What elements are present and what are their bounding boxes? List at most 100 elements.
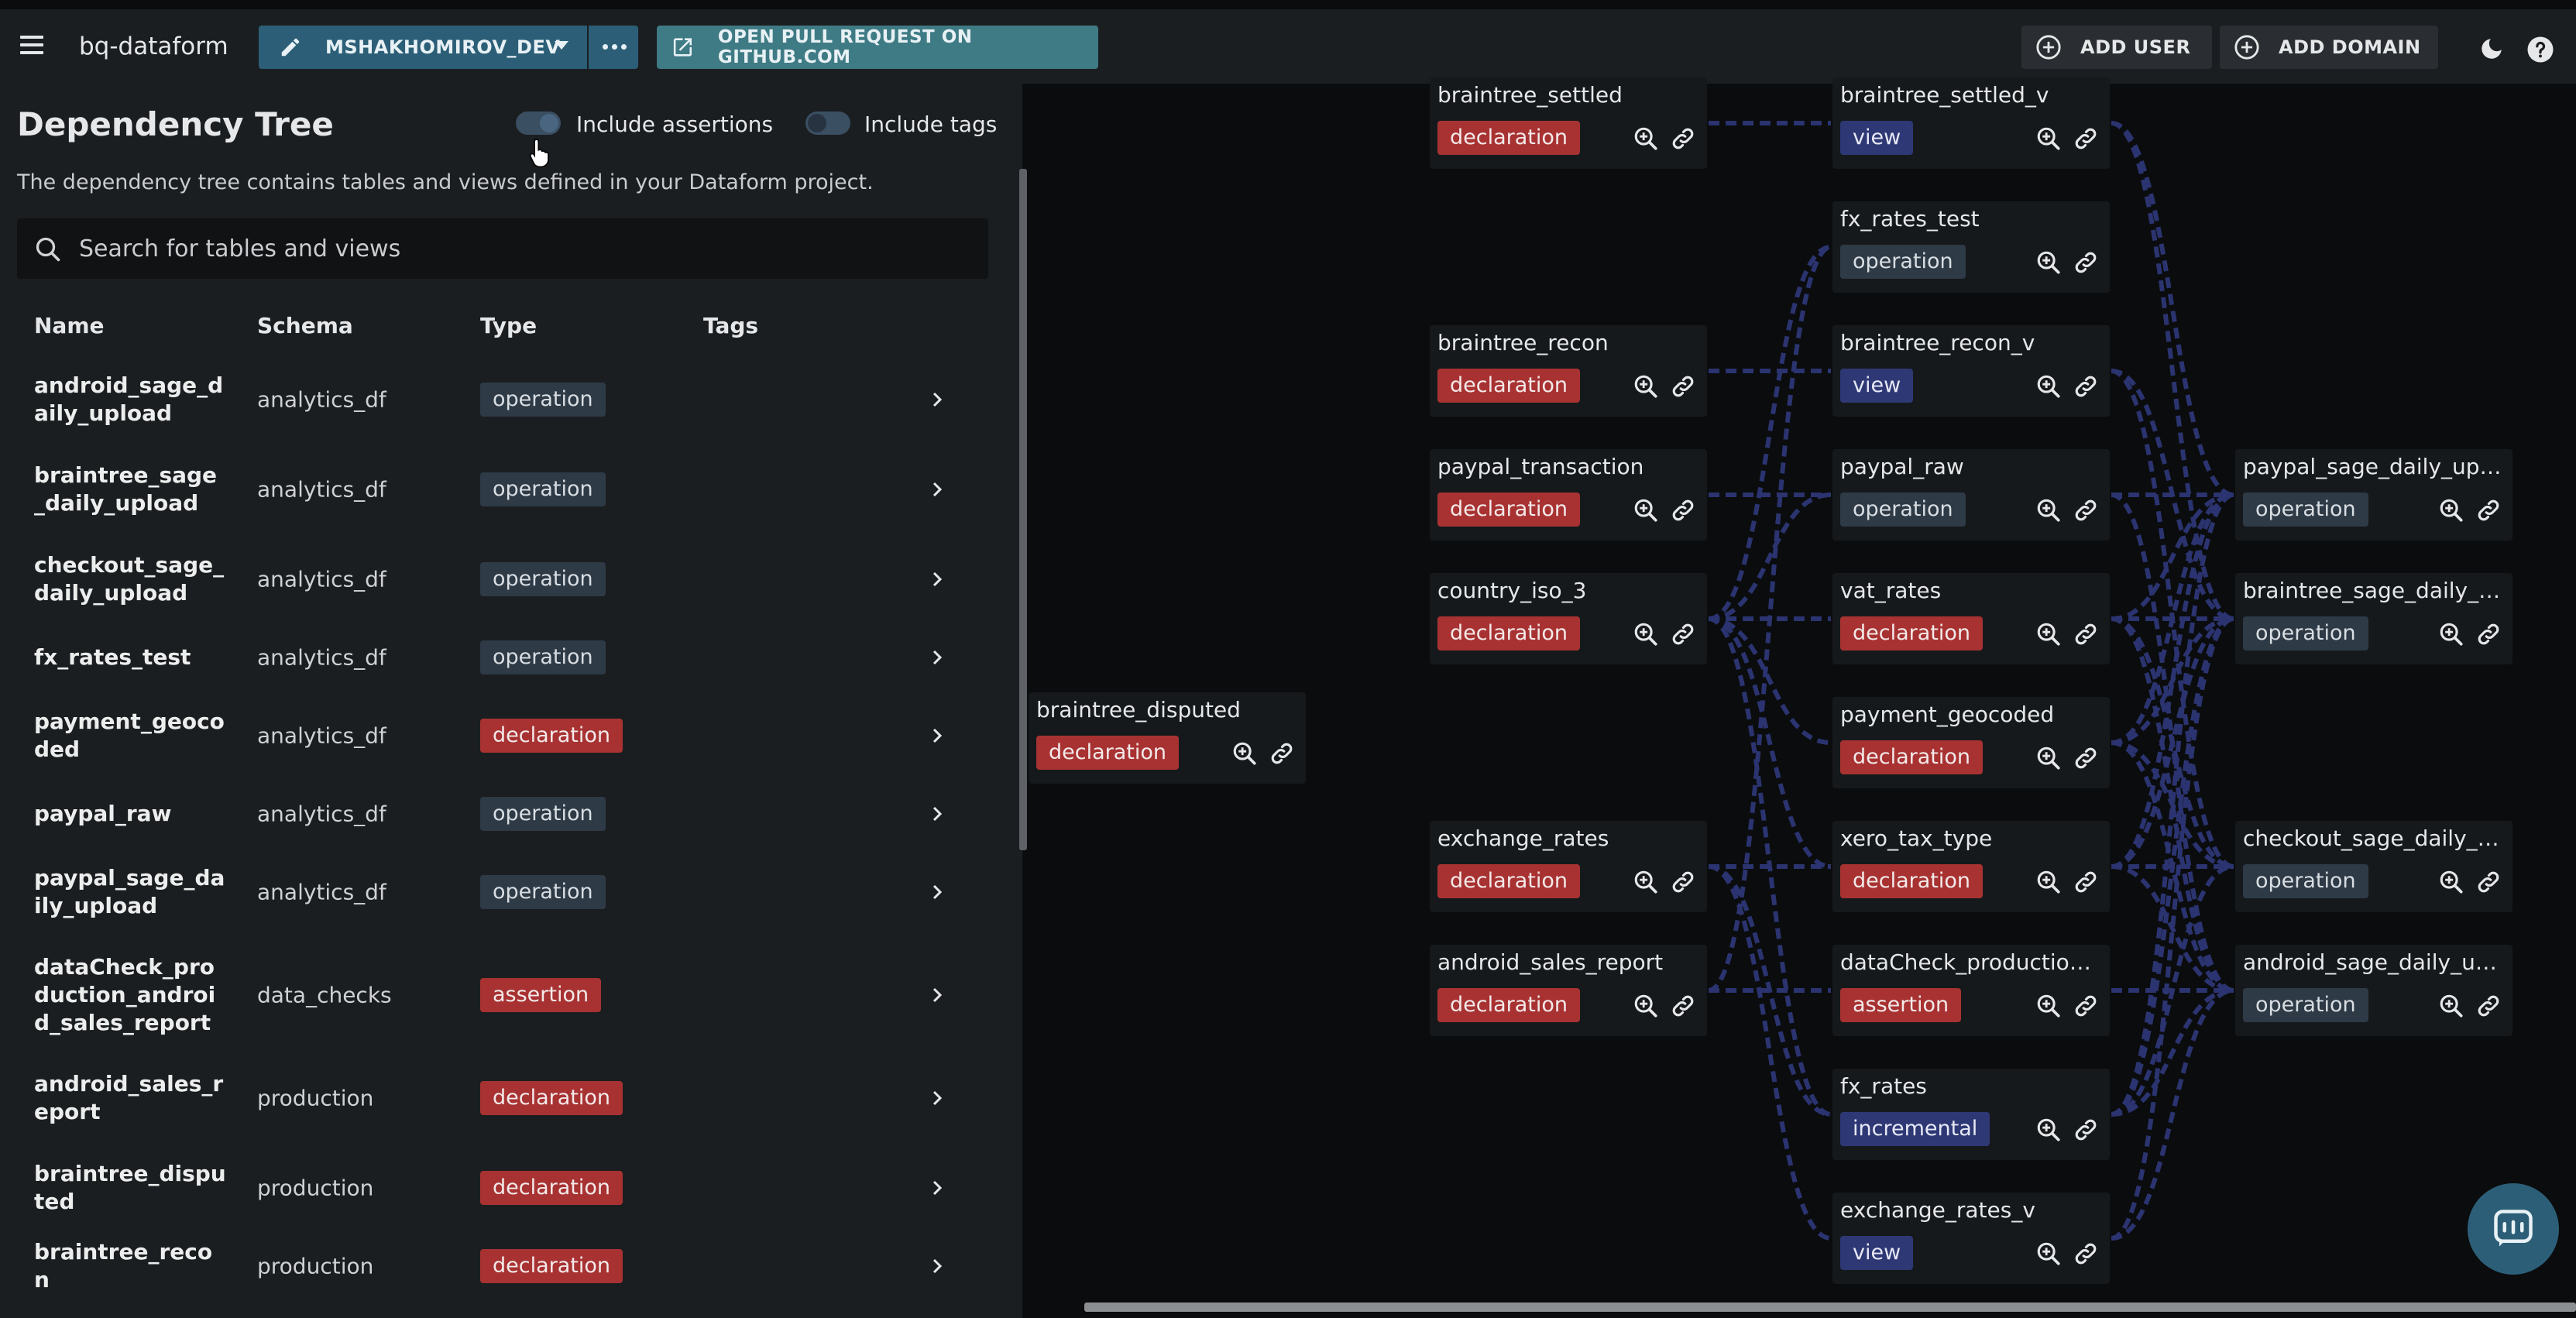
more-options-icon[interactable] <box>603 44 627 50</box>
link-icon[interactable] <box>2073 249 2099 276</box>
link-icon[interactable] <box>2475 993 2502 1019</box>
chevron-right-icon[interactable] <box>928 1179 946 1197</box>
horizontal-scrollbar[interactable] <box>1084 1303 2576 1312</box>
table-row[interactable]: fx_rates_test analytics_df operation <box>0 624 1007 691</box>
zoom-in-icon[interactable] <box>2438 993 2464 1019</box>
add-domain-button[interactable]: ADD DOMAIN <box>2220 26 2438 69</box>
include-tags-toggle[interactable] <box>805 112 850 135</box>
zoom-in-icon[interactable] <box>2035 993 2062 1019</box>
zoom-in-icon[interactable] <box>2035 869 2062 895</box>
zoom-in-icon[interactable] <box>1231 740 1258 767</box>
table-row[interactable]: paypal_sage_daily_upload analytics_df oper… <box>0 847 1007 937</box>
link-icon[interactable] <box>2073 869 2099 895</box>
table-row[interactable]: payment_geocoded analytics_df declaration <box>0 691 1007 781</box>
zoom-in-icon[interactable] <box>1633 621 1659 647</box>
graph-node[interactable]: checkout_sage_daily_up... operation <box>2235 821 2512 912</box>
chevron-down-icon[interactable] <box>555 41 568 50</box>
graph-node[interactable]: braintree_sage_daily_u... operation <box>2235 573 2512 664</box>
zoom-in-icon[interactable] <box>2438 621 2464 647</box>
chevron-right-icon[interactable] <box>928 986 946 1004</box>
zoom-in-icon[interactable] <box>1633 869 1659 895</box>
graph-node[interactable]: android_sage_daily_upl... operation <box>2235 945 2512 1036</box>
link-icon[interactable] <box>1670 869 1696 895</box>
graph-node[interactable]: paypal_raw operation <box>1832 449 2110 541</box>
open-pull-request-button[interactable]: OPEN PULL REQUEST ON GITHUB.COM <box>657 26 1098 69</box>
link-icon[interactable] <box>2073 125 2099 152</box>
link-icon[interactable] <box>1670 373 1696 400</box>
add-user-button[interactable]: ADD USER <box>2021 26 2212 69</box>
graph-node[interactable]: dataCheck_production_... assertion <box>1832 945 2110 1036</box>
zoom-in-icon[interactable] <box>2438 869 2464 895</box>
include-assertions-toggle[interactable] <box>516 112 561 135</box>
link-icon[interactable] <box>2073 745 2099 771</box>
column-header-name[interactable]: Name <box>34 313 105 338</box>
zoom-in-icon[interactable] <box>1633 993 1659 1019</box>
chat-button[interactable] <box>2468 1183 2559 1275</box>
graph-node[interactable]: payment_geocoded declaration <box>1832 697 2110 788</box>
branch-button[interactable]: MSHAKHOMIROV_DEV <box>259 26 638 69</box>
graph-node[interactable]: vat_rates declaration <box>1832 573 2110 664</box>
graph-node[interactable]: paypal_transaction declaration <box>1430 449 1707 541</box>
table-row[interactable]: dataCheck_production_android_sales_repor… <box>0 937 1007 1053</box>
zoom-in-icon[interactable] <box>1633 125 1659 152</box>
chevron-right-icon[interactable] <box>928 1089 946 1107</box>
chevron-right-icon[interactable] <box>928 726 946 745</box>
link-icon[interactable] <box>2475 621 2502 647</box>
link-icon[interactable] <box>2073 621 2099 647</box>
graph-node[interactable]: fx_rates_test operation <box>1832 201 2110 293</box>
search-input[interactable] <box>79 218 977 279</box>
table-row[interactable]: braintree_recon production declaration <box>0 1233 1007 1299</box>
dependency-graph[interactable]: braintree_disputed declaration braintree_s… <box>1029 77 2576 1318</box>
link-icon[interactable] <box>2073 1241 2099 1267</box>
table-row[interactable]: braintree_sage_daily_upload analytics_df o… <box>0 444 1007 534</box>
link-icon[interactable] <box>2073 373 2099 400</box>
menu-icon[interactable] <box>20 36 43 54</box>
graph-node[interactable]: fx_rates incremental <box>1832 1069 2110 1160</box>
link-icon[interactable] <box>1670 497 1696 523</box>
link-icon[interactable] <box>1670 621 1696 647</box>
chevron-right-icon[interactable] <box>928 648 946 667</box>
zoom-in-icon[interactable] <box>2035 497 2062 523</box>
column-header-tags[interactable]: Tags <box>703 313 758 338</box>
graph-node[interactable]: paypal_sage_daily_uplo... operation <box>2235 449 2512 541</box>
table-row[interactable]: android_sales_report production declaratio… <box>0 1053 1007 1143</box>
column-header-type[interactable]: Type <box>480 313 537 338</box>
chevron-right-icon[interactable] <box>928 1257 946 1275</box>
graph-node[interactable]: braintree_disputed declaration <box>1029 692 1306 784</box>
zoom-in-icon[interactable] <box>2438 497 2464 523</box>
help-icon[interactable] <box>2526 36 2554 63</box>
zoom-in-icon[interactable] <box>2035 745 2062 771</box>
link-icon[interactable] <box>2073 497 2099 523</box>
zoom-in-icon[interactable] <box>2035 249 2062 276</box>
graph-node[interactable]: xero_tax_type declaration <box>1832 821 2110 912</box>
zoom-in-icon[interactable] <box>2035 1117 2062 1143</box>
graph-node[interactable]: exchange_rates_v view <box>1832 1193 2110 1284</box>
zoom-in-icon[interactable] <box>2035 1241 2062 1267</box>
chevron-right-icon[interactable] <box>928 883 946 901</box>
column-header-schema[interactable]: Schema <box>257 313 353 338</box>
graph-node[interactable]: braintree_recon_v view <box>1832 325 2110 417</box>
graph-node[interactable]: braintree_settled_v view <box>1832 77 2110 169</box>
chevron-right-icon[interactable] <box>928 390 946 409</box>
table-row[interactable]: braintree_disputed production declaration <box>0 1143 1007 1233</box>
dark-mode-icon[interactable] <box>2478 36 2505 62</box>
table-row[interactable]: checkout_sage_daily_upload analytics_df op… <box>0 534 1007 624</box>
graph-node[interactable]: exchange_rates declaration <box>1430 821 1707 912</box>
graph-node[interactable]: country_iso_3 declaration <box>1430 573 1707 664</box>
zoom-in-icon[interactable] <box>1633 373 1659 400</box>
chevron-right-icon[interactable] <box>928 480 946 499</box>
table-row[interactable]: paypal_raw analytics_df operation <box>0 781 1007 847</box>
link-icon[interactable] <box>1269 740 1295 767</box>
graph-node[interactable]: braintree_settled declaration <box>1430 77 1707 169</box>
zoom-in-icon[interactable] <box>2035 125 2062 152</box>
link-icon[interactable] <box>2073 993 2099 1019</box>
link-icon[interactable] <box>2073 1117 2099 1143</box>
zoom-in-icon[interactable] <box>2035 621 2062 647</box>
graph-node[interactable]: android_sales_report declaration <box>1430 945 1707 1036</box>
zoom-in-icon[interactable] <box>2035 373 2062 400</box>
link-icon[interactable] <box>1670 125 1696 152</box>
link-icon[interactable] <box>2475 497 2502 523</box>
vertical-scrollbar[interactable] <box>1019 169 1027 850</box>
table-row[interactable]: android_sage_daily_upload analytics_df ope… <box>0 355 1007 444</box>
graph-node[interactable]: braintree_recon declaration <box>1430 325 1707 417</box>
